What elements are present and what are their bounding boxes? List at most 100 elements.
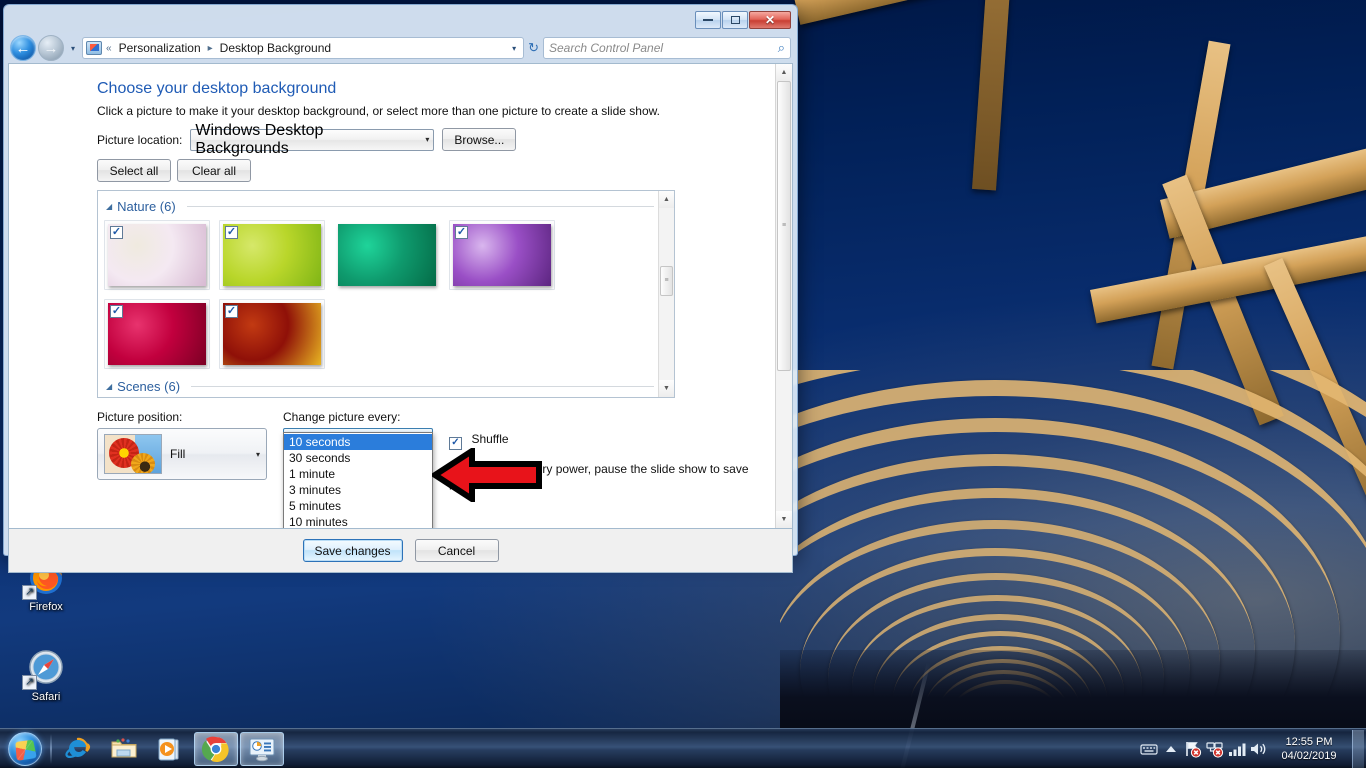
search-icon: ⌕ <box>777 40 785 55</box>
gallery-scroll-content: ◢ Nature (6) ✓ ✓ ✓ ✓ ✓ ◢ Scenes (6) ✓ ✓ ✓ ✓ ✓ <box>98 191 658 397</box>
wallpaper-thumbnail[interactable]: ✓ <box>104 299 210 369</box>
volume-icon[interactable] <box>1248 734 1270 764</box>
group-header-scenes[interactable]: ◢ Scenes (6) <box>106 379 654 394</box>
save-changes-button[interactable]: Save changes <box>302 539 403 562</box>
picture-position-dropdown[interactable]: Fill ▾ <box>97 428 267 480</box>
window-titlebar[interactable]: ✕ <box>8 9 793 33</box>
wallpaper-tunnel <box>780 370 1366 768</box>
address-dropdown-icon[interactable]: ▾ <box>508 44 520 53</box>
interval-option[interactable]: 30 seconds <box>284 450 432 466</box>
settings-pane: Choose your desktop background Click a p… <box>9 64 775 528</box>
taskbar-control-panel[interactable] <box>240 731 284 766</box>
content-area: Choose your desktop background Click a p… <box>8 63 793 529</box>
taskbar-windows-explorer[interactable] <box>102 732 146 766</box>
breadcrumb-desktop-background[interactable]: Desktop Background <box>217 40 334 56</box>
show-hidden-icons-button[interactable] <box>1160 734 1182 764</box>
taskbar-google-chrome[interactable] <box>194 731 238 766</box>
position-preview-icon <box>104 434 162 474</box>
history-dropdown-button[interactable]: ▾ <box>66 44 80 53</box>
shuffle-checkbox-row[interactable]: ✓ Shuffle <box>449 430 775 450</box>
thumbnail-checkbox[interactable]: ✓ <box>225 305 238 318</box>
group-divider <box>186 206 654 207</box>
wallpaper-thumbnail[interactable]: ✓ <box>104 220 210 290</box>
interval-option[interactable]: 1 minute <box>284 466 432 482</box>
interval-option[interactable]: 10 seconds <box>284 434 432 450</box>
wallpaper-thumbnail[interactable]: ✓ <box>219 299 325 369</box>
check-icon: ✓ <box>456 226 467 238</box>
forward-arrow-icon: → <box>43 39 59 57</box>
close-button[interactable]: ✕ <box>749 11 791 29</box>
scroll-up-icon[interactable]: ▲ <box>776 64 792 81</box>
gallery-scroll-track[interactable]: ≡ <box>659 208 674 380</box>
back-button[interactable]: ← <box>10 35 36 61</box>
forward-button[interactable]: → <box>38 35 64 61</box>
selection-buttons-row: Select all Clear all <box>9 159 775 182</box>
shuffle-checkbox[interactable]: ✓ <box>449 436 462 450</box>
breadcrumb-separator-icon[interactable]: ▸ <box>208 43 213 54</box>
wallpaper-thumbnail[interactable]: ✓ <box>219 220 325 290</box>
scroll-down-icon[interactable]: ▼ <box>659 380 674 397</box>
clear-all-button[interactable]: Clear all <box>177 159 251 182</box>
thumbnail-checkbox[interactable]: ✓ <box>110 305 123 318</box>
desktop[interactable]: ↗ Firefox ↗ Safari ✕ ← → ▾ « Personaliza… <box>0 0 1366 768</box>
picture-position-group: Picture position: Fill ▾ <box>97 410 267 480</box>
window-scroll-track[interactable]: ≡ <box>776 81 792 511</box>
collapse-triangle-icon[interactable]: ◢ <box>106 382 112 391</box>
signal-strength-icon[interactable] <box>1226 734 1248 764</box>
wallpaper-thumbnail[interactable] <box>334 220 440 290</box>
taskbar-windows-media-player[interactable] <box>148 732 192 766</box>
back-arrow-icon: ← <box>15 39 31 57</box>
control-panel-window[interactable]: ✕ ← → ▾ « Personalization ▸ Desktop Back… <box>3 4 798 573</box>
thumbnail-checkbox[interactable]: ✓ <box>110 226 123 239</box>
interval-option[interactable]: 5 minutes <box>284 498 432 514</box>
clock[interactable]: 12:55 PM 04/02/2019 <box>1270 735 1348 763</box>
gallery-scrollbar[interactable]: ▲ ≡ ▼ <box>658 191 674 397</box>
maximize-button[interactable] <box>722 11 748 29</box>
thumbnail-checkbox[interactable]: ✓ <box>225 226 238 239</box>
slideshow-settings: Picture position: Fill ▾ Change picture … <box>9 410 775 528</box>
breadcrumb-personalization[interactable]: Personalization <box>116 40 204 56</box>
change-interval-group: Change picture every: 10 seconds ▾ 10 se… <box>283 410 433 528</box>
chevron-down-icon: ▾ <box>255 449 260 459</box>
select-all-button[interactable]: Select all <box>97 159 171 182</box>
address-bar[interactable]: « Personalization ▸ Desktop Background ▾ <box>82 37 525 59</box>
wallpaper-thumbnail[interactable]: ✓ <box>449 220 555 290</box>
action-center-icon[interactable] <box>1182 734 1204 764</box>
picture-position-value: Fill <box>170 447 186 461</box>
refresh-icon[interactable]: ↻ <box>526 40 541 56</box>
window-controls: ✕ <box>695 11 791 29</box>
search-box[interactable]: Search Control Panel ⌕ <box>543 37 791 59</box>
breadcrumb-overflow-icon[interactable]: « <box>106 43 112 54</box>
network-icon[interactable] <box>1204 734 1226 764</box>
interval-option[interactable]: 10 minutes <box>284 514 432 528</box>
minimize-button[interactable] <box>695 11 721 29</box>
interval-dropdown-list[interactable]: 10 seconds 30 seconds 1 minute 3 minutes 5 m… <box>283 432 433 528</box>
taskbar[interactable]: 12:55 PM 04/02/2019 <box>0 728 1366 768</box>
clock-date: 04/02/2019 <box>1281 749 1337 762</box>
show-desktop-button[interactable] <box>1352 729 1364 768</box>
start-button[interactable] <box>3 731 47 767</box>
scroll-up-icon[interactable]: ▲ <box>659 191 674 208</box>
shuffle-group: ✓ Shuffle When using battery power, paus… <box>449 410 775 490</box>
wallpaper-gallery[interactable]: ◢ Nature (6) ✓ ✓ ✓ ✓ ✓ ◢ Scenes (6) ✓ ✓ ✓ ✓ ✓ <box>97 190 675 398</box>
thumbnail-checkbox[interactable]: ✓ <box>455 226 468 239</box>
picture-location-dropdown[interactable]: Windows Desktop Backgrounds ▾ <box>190 122 435 157</box>
safari-icon: ↗ <box>22 645 68 690</box>
window-scroll-thumb[interactable]: ≡ <box>777 81 791 371</box>
cancel-button[interactable]: Cancel <box>414 539 499 562</box>
window-scrollbar[interactable]: ▲ ≡ ▼ <box>775 64 792 528</box>
taskbar-internet-explorer[interactable] <box>56 732 100 766</box>
interval-option[interactable]: 3 minutes <box>284 482 432 498</box>
collapse-triangle-icon[interactable]: ◢ <box>106 202 112 211</box>
desktop-icon-safari[interactable]: ↗ Safari <box>8 645 84 703</box>
browse-button[interactable]: Browse... <box>442 128 517 151</box>
desktop-icon-label: Safari <box>31 691 61 703</box>
group-header-nature[interactable]: ◢ Nature (6) <box>106 199 654 214</box>
windows-logo-icon <box>8 731 42 766</box>
search-placeholder: Search Control Panel <box>549 41 664 55</box>
gallery-scroll-thumb[interactable]: ≡ <box>660 266 673 296</box>
scroll-down-icon[interactable]: ▼ <box>776 511 792 528</box>
navigation-bar: ← → ▾ « Personalization ▸ Desktop Backgr… <box>8 33 793 63</box>
keyboard-language-icon[interactable] <box>1138 734 1160 764</box>
system-tray: 12:55 PM 04/02/2019 <box>1138 729 1366 768</box>
